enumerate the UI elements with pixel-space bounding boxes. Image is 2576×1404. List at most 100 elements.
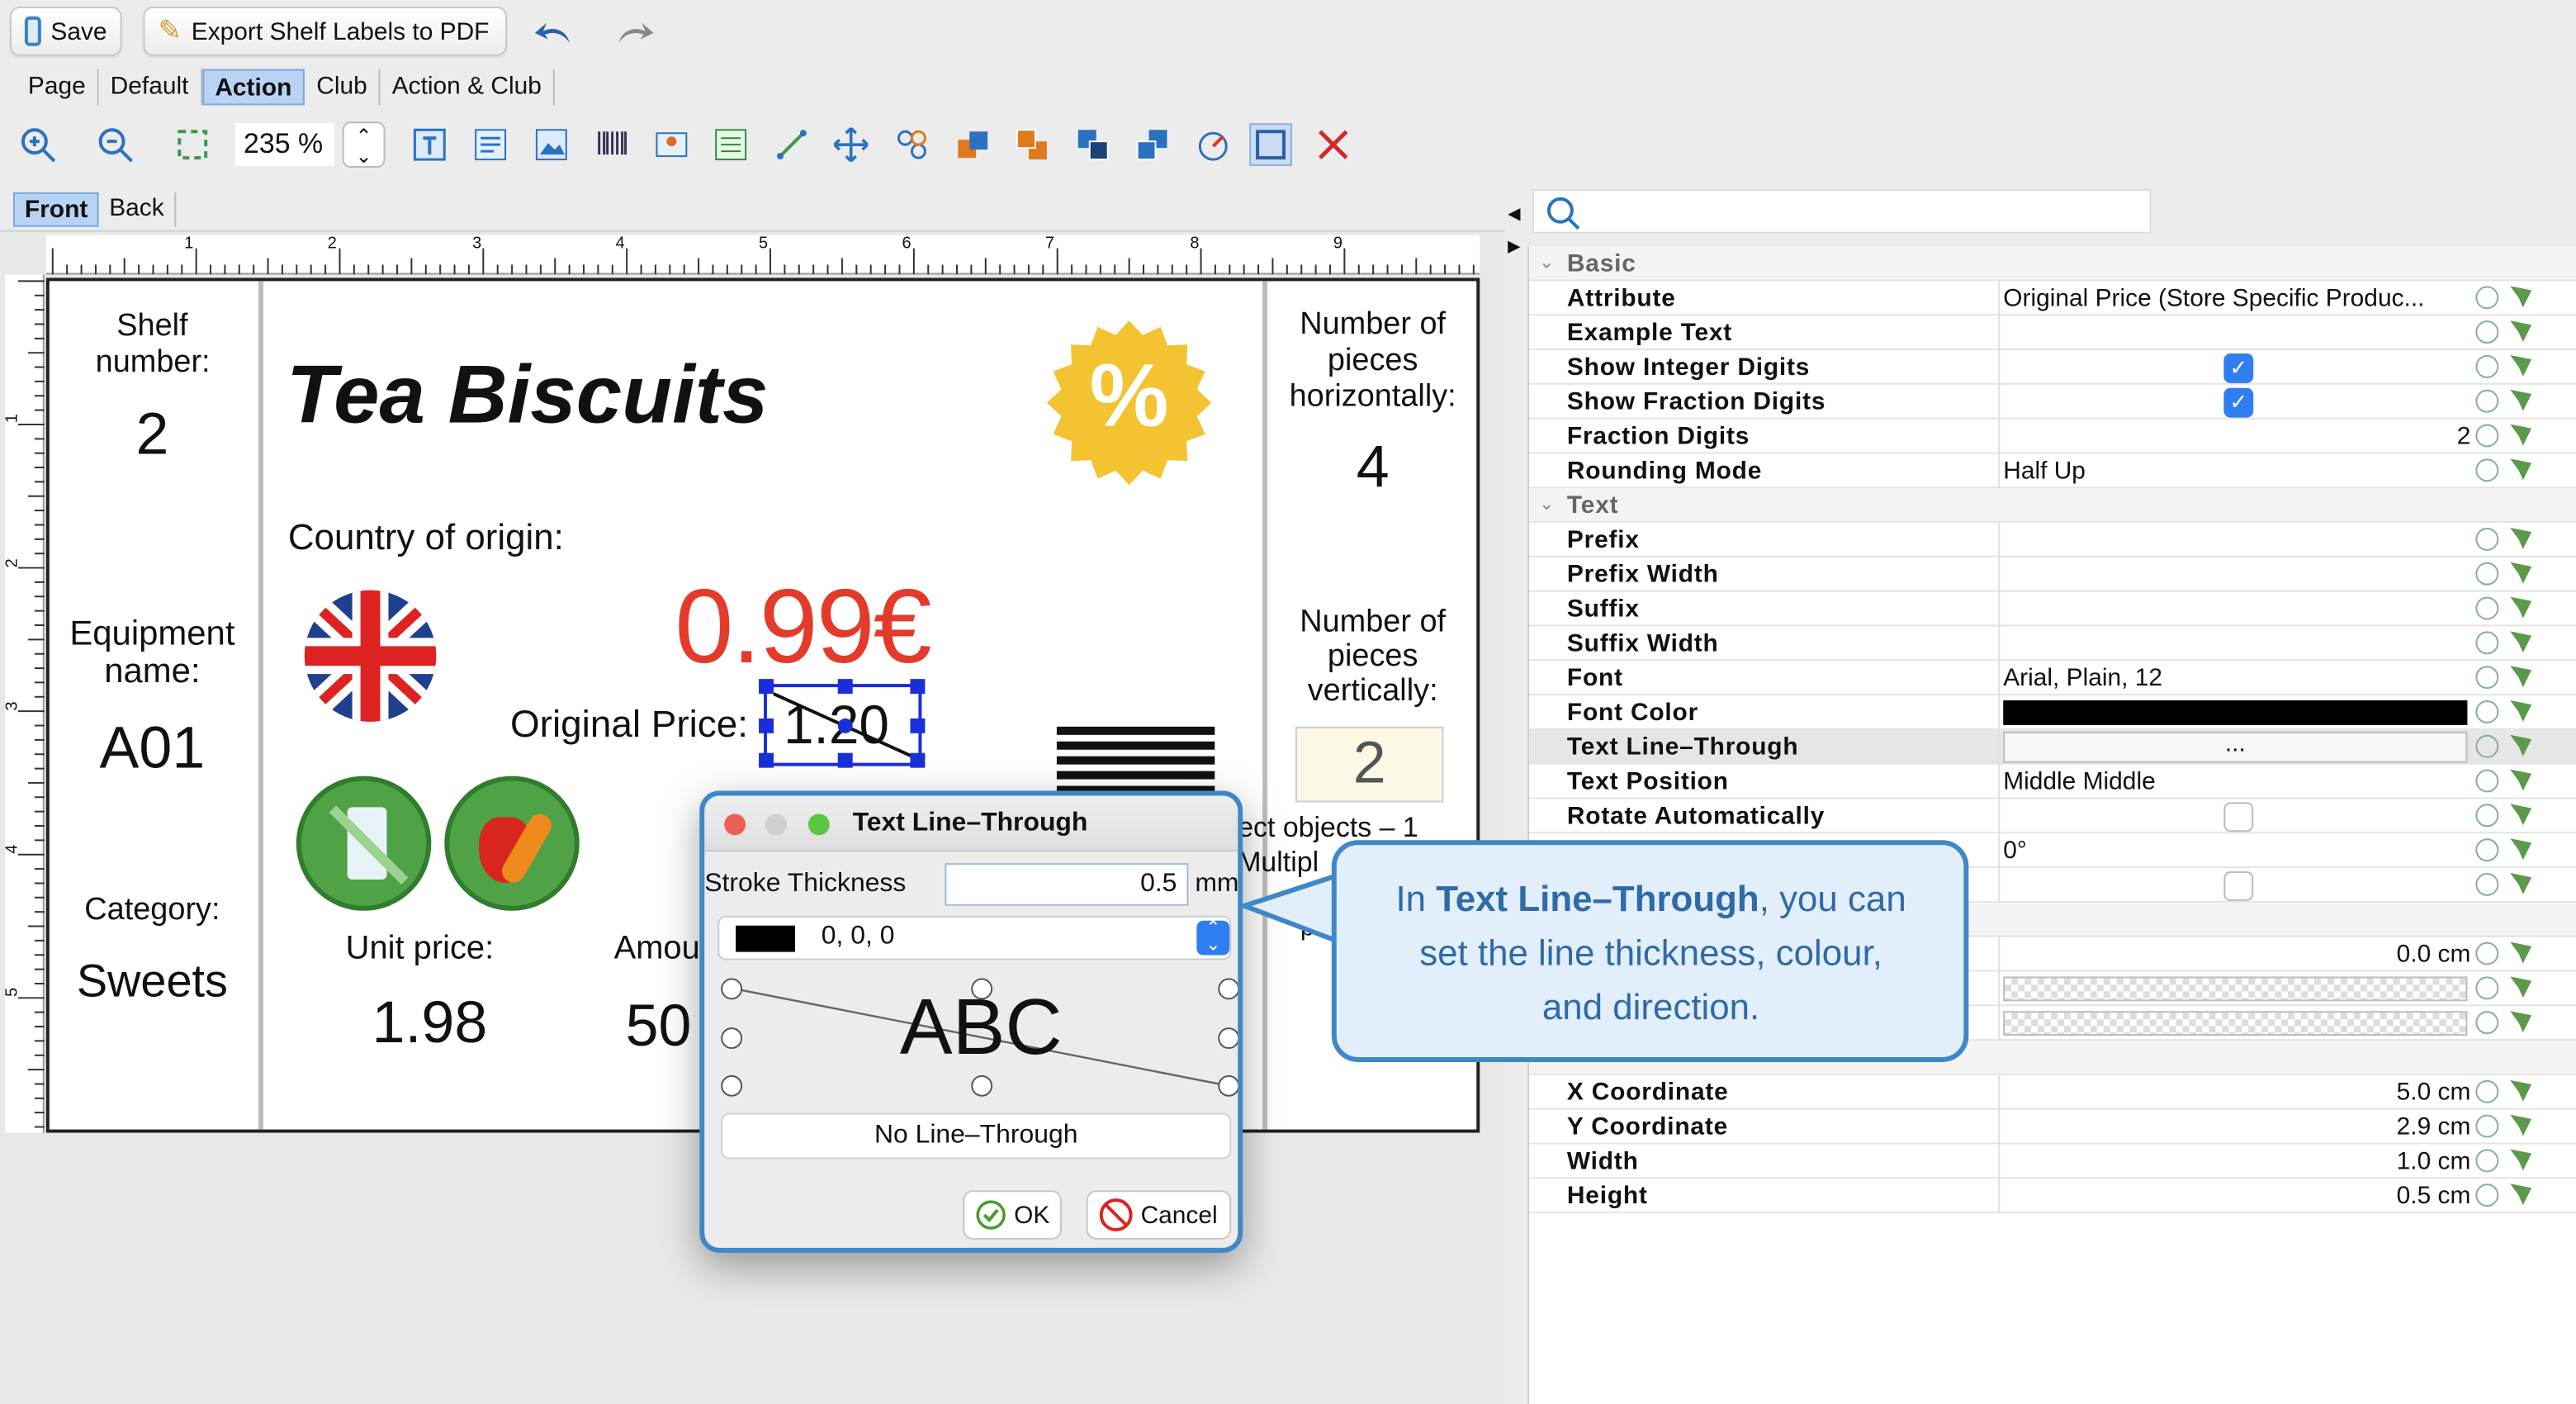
bring-forward-icon[interactable] [1072,123,1115,166]
tab-default[interactable]: Default [99,69,202,106]
reset-icon[interactable] [2475,527,2499,551]
equipment-name-value[interactable]: A01 [50,714,255,783]
link-icon[interactable] [2510,942,2532,964]
background-color-swatch[interactable] [2003,976,2468,1002]
export-pdf-button[interactable]: ✎ Export Shelf Labels to PDF [143,6,508,56]
reset-icon[interactable] [2475,1114,2499,1138]
link-icon[interactable] [2510,804,2532,826]
link-icon[interactable] [2510,527,2532,549]
reset-icon[interactable] [2475,700,2499,723]
direction-handle[interactable] [971,978,993,1000]
pieces-vertical-value[interactable]: 2 [1295,726,1444,803]
tab-action-club[interactable]: Action & Club [381,69,555,106]
link-icon[interactable] [2510,769,2532,791]
ok-button[interactable]: OK [963,1190,1062,1240]
reset-icon[interactable] [2475,1079,2499,1103]
tab-club[interactable]: Club [305,69,381,106]
no-milk-icon[interactable] [296,776,432,911]
tab-back[interactable]: Back [99,192,176,227]
reset-icon[interactable] [2475,596,2499,620]
section-text[interactable]: Text [1567,491,1618,519]
link-icon[interactable] [2510,458,2532,481]
close-window-button[interactable] [724,813,746,836]
attribute-value[interactable]: Original Price (Store Specific Produc... [2003,284,2470,312]
link-icon[interactable] [2510,1011,2532,1033]
reset-icon[interactable] [2475,666,2499,690]
image-tool-icon[interactable] [530,123,573,166]
delete-icon[interactable] [1312,123,1355,166]
link-icon[interactable] [2510,596,2532,619]
text-position-value[interactable]: Middle Middle [2003,768,2470,796]
link-icon[interactable] [2510,976,2532,998]
link-icon[interactable] [2510,389,2532,411]
search-input[interactable] [1532,188,2152,234]
direction-handle[interactable] [1218,978,1238,1000]
original-price-field[interactable]: 1.20 [759,679,926,768]
country-label[interactable]: Country of origin: [288,516,564,559]
fraction-digits-value[interactable]: 2 [2003,423,2471,451]
spacing-value[interactable]: 0.0 cm [2003,941,2471,969]
reset-icon[interactable] [2475,458,2499,482]
reset-icon[interactable] [2475,389,2499,413]
reset-icon[interactable] [2475,424,2499,448]
action-price[interactable]: 0.99€ [675,566,931,687]
cancel-button[interactable]: Cancel [1086,1190,1232,1240]
equipment-name-label[interactable]: Equipment name: [50,614,255,690]
undo-icon[interactable] [533,17,576,50]
show-fraction-digits-checkbox[interactable]: ✓ [2223,387,2254,418]
reset-icon[interactable] [2475,562,2499,586]
pieces-vertical-label[interactable]: Number of pieces vertically: [1267,605,1478,709]
x-coordinate-value[interactable]: 5.0 cm [2003,1079,2471,1107]
move-icon[interactable] [830,123,873,166]
line-direction-picker[interactable]: ABC [717,976,1238,1101]
link-icon[interactable] [2510,631,2532,653]
category-label[interactable]: Category: [50,893,255,929]
product-title[interactable]: Tea Biscuits [286,347,769,442]
reset-icon[interactable] [2475,286,2499,310]
unit-price-value[interactable]: 1.98 [372,988,488,1057]
save-button[interactable]: Save [9,6,122,56]
reset-icon[interactable] [2475,354,2499,378]
shelf-number-label[interactable]: Shelf number: [50,309,255,382]
link-icon[interactable] [2510,1183,2532,1206]
color-select[interactable]: 0, 0, 0 ⌃ ⌄ [717,915,1232,961]
reset-icon[interactable] [2475,631,2499,655]
expand-right-icon[interactable]: ▶ [1508,239,1520,257]
reset-icon[interactable] [2475,1149,2499,1173]
direction-handle[interactable] [721,978,743,1000]
section-basic[interactable]: Basic [1567,250,1636,278]
unit-price-label[interactable]: Unit price: [346,931,494,969]
tab-front[interactable]: Front [12,192,100,227]
reset-icon[interactable] [2475,1011,2499,1035]
reset-icon[interactable] [2475,804,2499,828]
link-icon[interactable] [2510,286,2532,308]
y-coordinate-value[interactable]: 2.9 cm [2003,1113,2471,1141]
tab-page[interactable]: Page [17,69,99,106]
shelf-number-value[interactable]: 2 [50,400,255,469]
link-icon[interactable] [2510,700,2532,722]
reset-icon[interactable] [2475,838,2499,862]
height-value[interactable]: 0.5 cm [2003,1182,2471,1210]
fit-page-icon[interactable] [171,123,214,166]
send-back-icon[interactable] [1011,123,1054,166]
link-icon[interactable] [2510,873,2532,894]
amount-label[interactable]: Amou [614,931,700,969]
text-tool-icon[interactable] [408,123,451,166]
link-icon[interactable] [2510,320,2532,343]
group-icon[interactable] [891,123,934,166]
discount-badge-icon[interactable]: % [1046,320,1212,486]
link-icon[interactable] [2510,424,2532,446]
vegetable-icon[interactable] [444,776,580,911]
direction-handle[interactable] [971,1074,993,1097]
reset-icon[interactable] [2475,942,2499,965]
amount-value[interactable]: 50 [626,991,692,1060]
table-tool-icon[interactable] [709,123,752,166]
link-icon[interactable] [2510,562,2532,584]
link-icon[interactable] [2510,354,2532,377]
bring-front-icon[interactable] [951,123,994,166]
paragraph-tool-icon[interactable] [469,123,512,166]
font-value[interactable]: Arial, Plain, 12 [2003,664,2470,692]
option-checkbox[interactable] [2223,871,2254,901]
reset-icon[interactable] [2475,976,2499,1000]
tab-action[interactable]: Action [201,69,305,106]
